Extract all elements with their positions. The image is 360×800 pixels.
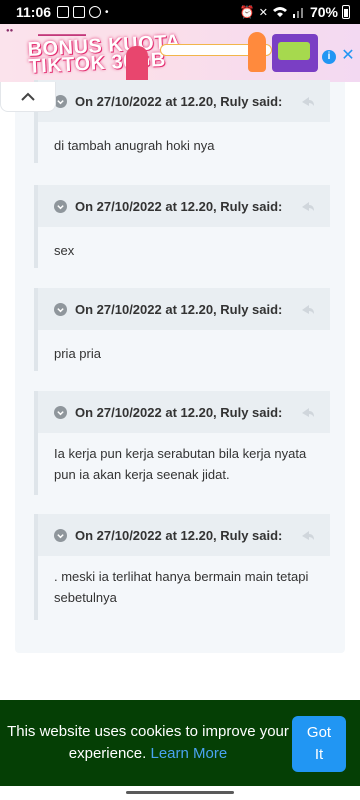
mute-icon: ✕ [258, 6, 268, 19]
chevron-up-icon [21, 92, 35, 101]
collapse-button[interactable] [0, 82, 56, 112]
ad-person-image [126, 46, 148, 82]
message-icon [73, 6, 86, 18]
quote-text: Ia kerja pun kerja serabutan bila kerja … [54, 446, 307, 482]
alarm-icon: ⏰ [239, 5, 255, 19]
gallery-icon [57, 6, 70, 18]
navigation-bar [0, 786, 360, 800]
battery-percent: 70% [309, 4, 338, 20]
ad-person-image-2 [248, 32, 266, 72]
quote-block: On 27/10/2022 at 12.20, Ruly said: di ta… [34, 80, 330, 163]
reply-icon[interactable] [300, 198, 316, 214]
cookie-banner: This website uses cookies to improve you… [0, 700, 360, 786]
quote-header[interactable]: On 27/10/2022 at 12.20, Ruly said: [38, 288, 330, 330]
quote-text: . meski ia terlihat hanya bermain main t… [54, 569, 309, 605]
quote-citation: On 27/10/2022 at 12.20, Ruly said: [75, 198, 283, 214]
quote-text: pria pria [54, 346, 101, 361]
cookie-message: This website uses cookies to improve you… [0, 721, 290, 765]
ad-info-icon[interactable]: i [322, 50, 336, 64]
quote-block: On 27/10/2022 at 12.20, Ruly said: Ia ke… [34, 391, 330, 495]
ad-brand-logo: ●● [6, 28, 14, 34]
status-time: 11:06 [16, 4, 52, 20]
got-it-button[interactable]: Got It [292, 716, 346, 772]
home-gesture-handle[interactable] [126, 791, 234, 794]
quote-block: On 27/10/2022 at 12.20, Ruly said: pria … [34, 288, 330, 371]
reply-icon[interactable] [300, 93, 316, 109]
learn-more-link[interactable]: Learn More [151, 745, 228, 762]
quote-header[interactable]: On 27/10/2022 at 12.20, Ruly said: [38, 391, 330, 433]
chevron-down-icon[interactable] [54, 199, 67, 213]
quote-citation: On 27/10/2022 at 12.20, Ruly said: [75, 301, 283, 317]
battery-icon [342, 5, 350, 19]
quote-block: On 27/10/2022 at 12.20, Ruly said: sex [34, 185, 330, 268]
at-icon [89, 6, 102, 18]
reply-icon[interactable] [300, 527, 316, 543]
notification-icons: • [57, 6, 109, 18]
wifi-icon [272, 7, 287, 17]
page-content: On 27/10/2022 at 12.20, Ruly said: di ta… [0, 80, 360, 700]
status-bar: 11:06 • ⏰ ✕ 70% [0, 0, 360, 24]
cookie-text: This website uses cookies to improve you… [7, 723, 289, 762]
ad-close-icon[interactable]: ✕ [340, 48, 356, 64]
more-dot-icon: • [105, 6, 109, 18]
quote-citation: On 27/10/2022 at 12.20, Ruly said: [75, 93, 283, 109]
quote-header[interactable]: On 27/10/2022 at 12.20, Ruly said: [38, 514, 330, 556]
got-it-label-1: Got [306, 724, 332, 741]
quote-header[interactable]: On 27/10/2022 at 12.20, Ruly said: [38, 80, 330, 122]
quote-header[interactable]: On 27/10/2022 at 12.20, Ruly said: [38, 185, 330, 227]
chevron-down-icon[interactable] [54, 302, 67, 316]
got-it-label-2: It [314, 746, 324, 763]
chevron-down-icon[interactable] [54, 528, 67, 542]
ad-product-image [272, 34, 318, 72]
quote-block: On 27/10/2022 at 12.20, Ruly said: . mes… [34, 514, 330, 620]
signal-icon [292, 8, 303, 18]
quote-citation: On 27/10/2022 at 12.20, Ruly said: [75, 404, 283, 420]
ad-title: BONUS KUOTA TIKTOK 30GB [27, 31, 181, 78]
reply-icon[interactable] [300, 404, 316, 420]
ad-title-line2: TIKTOK 30GB [27, 48, 167, 78]
reply-icon[interactable] [300, 301, 316, 317]
ad-banner[interactable]: ●● ▬▬▬▬▬▬▬▬ BONUS KUOTA TIKTOK 30GB i ✕ [0, 24, 360, 82]
quote-text: sex [54, 243, 75, 258]
quote-text: di tambah anugrah hoki nya [54, 138, 215, 153]
quote-citation: On 27/10/2022 at 12.20, Ruly said: [75, 527, 283, 543]
chevron-down-icon[interactable] [54, 405, 67, 419]
